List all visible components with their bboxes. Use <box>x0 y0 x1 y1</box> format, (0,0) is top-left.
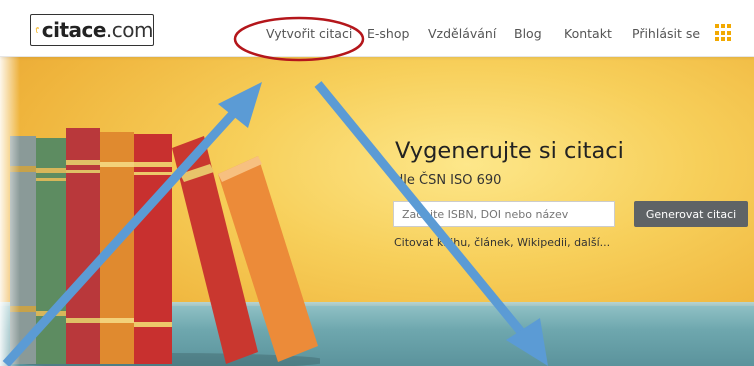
books-illustration <box>10 128 320 366</box>
edge-fade <box>0 56 20 366</box>
search-hint: Citovat knihu, článek, Wikipedii, další.… <box>394 236 611 249</box>
logo-quote-icon <box>35 27 39 33</box>
nav-eshop[interactable]: E-shop <box>367 26 409 41</box>
site-header: citace.com Vytvořit citaci E-shop Vzdělá… <box>0 0 754 57</box>
nav-prihlasit-se[interactable]: Přihlásit se <box>632 26 700 41</box>
site-logo[interactable]: citace.com <box>30 14 154 46</box>
logo-text: citace.com <box>41 18 154 42</box>
nav-kontakt[interactable]: Kontakt <box>564 26 612 41</box>
nav-vzdelavani[interactable]: Vzdělávání <box>428 26 496 41</box>
nav-blog[interactable]: Blog <box>514 26 542 41</box>
generate-citation-button[interactable]: Generovat citaci <box>634 201 748 227</box>
search-input[interactable] <box>393 201 615 227</box>
hero-subtitle: dle ČSN ISO 690 <box>395 173 502 188</box>
nav-vytvorit-citaci[interactable]: Vytvořit citaci <box>266 26 352 41</box>
browser-viewport: citace.com Vytvořit citaci E-shop Vzdělá… <box>0 0 754 366</box>
apps-grid-icon[interactable] <box>715 24 733 42</box>
hero-title: Vygenerujte si citaci <box>395 138 624 164</box>
